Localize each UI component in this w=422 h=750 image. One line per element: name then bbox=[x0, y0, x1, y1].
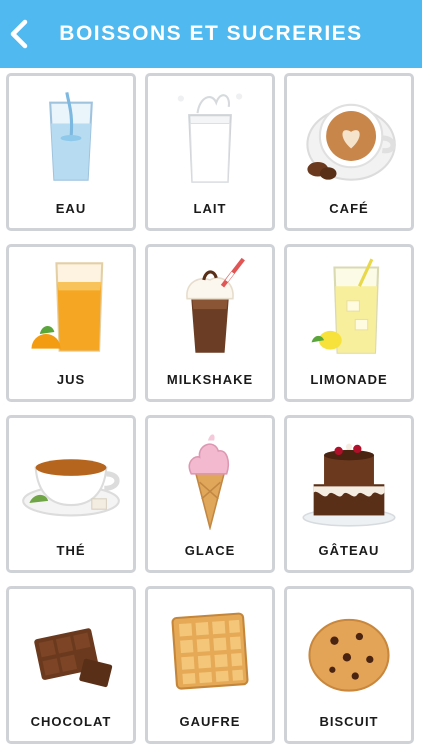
cake-icon bbox=[302, 443, 396, 527]
card-label: GAUFRE bbox=[179, 714, 241, 729]
page-title: BOISSONS ET SUCRERIES bbox=[59, 22, 363, 45]
chocolate-bar-icon bbox=[34, 628, 113, 688]
card-chocolat[interactable]: CHOCOLAT bbox=[6, 586, 136, 744]
card-label: EAU bbox=[55, 201, 87, 216]
ice-cream-cone-icon bbox=[188, 434, 230, 530]
cookie-icon bbox=[308, 618, 390, 692]
waffle-icon bbox=[171, 612, 249, 690]
milk-glass-icon bbox=[177, 93, 243, 183]
card-label: LAIT bbox=[193, 201, 227, 216]
card-biscuit[interactable]: BISCUIT bbox=[284, 586, 414, 744]
water-glass-icon bbox=[49, 92, 93, 181]
card-gateau[interactable]: GÂTEAU bbox=[284, 415, 414, 573]
card-label: GÂTEAU bbox=[318, 543, 380, 558]
card-label: LIMONADE bbox=[310, 372, 388, 387]
card-lait[interactable]: LAIT bbox=[145, 73, 275, 231]
card-milkshake[interactable]: MILKSHAKE bbox=[145, 244, 275, 402]
milkshake-icon bbox=[186, 257, 245, 353]
card-eau[interactable]: EAU bbox=[6, 73, 136, 231]
card-label: THÉ bbox=[56, 543, 86, 558]
coffee-cup-icon bbox=[306, 103, 396, 181]
card-label: JUS bbox=[56, 372, 86, 387]
card-the[interactable]: THÉ bbox=[6, 415, 136, 573]
card-glace[interactable]: GLACE bbox=[145, 415, 275, 573]
card-label: GLACE bbox=[184, 543, 236, 558]
card-limonade[interactable]: LIMONADE bbox=[284, 244, 414, 402]
card-label: BISCUIT bbox=[319, 714, 379, 729]
header-bar: BOISSONS ET SUCRERIES bbox=[0, 0, 422, 68]
card-cafe[interactable]: CAFÉ bbox=[284, 73, 414, 231]
card-label: MILKSHAKE bbox=[166, 372, 254, 387]
tea-cup-icon bbox=[22, 459, 120, 517]
card-label: CAFÉ bbox=[329, 201, 369, 216]
card-gaufre[interactable]: GAUFRE bbox=[145, 586, 275, 744]
juice-glass-icon bbox=[31, 262, 104, 352]
card-jus[interactable]: JUS bbox=[6, 244, 136, 402]
card-label: CHOCOLAT bbox=[30, 714, 112, 729]
lemonade-glass-icon bbox=[311, 258, 380, 354]
item-grid: EAU LAIT CAFÉ JUS MILKSHAKE LIMONADE THÉ… bbox=[6, 73, 416, 744]
